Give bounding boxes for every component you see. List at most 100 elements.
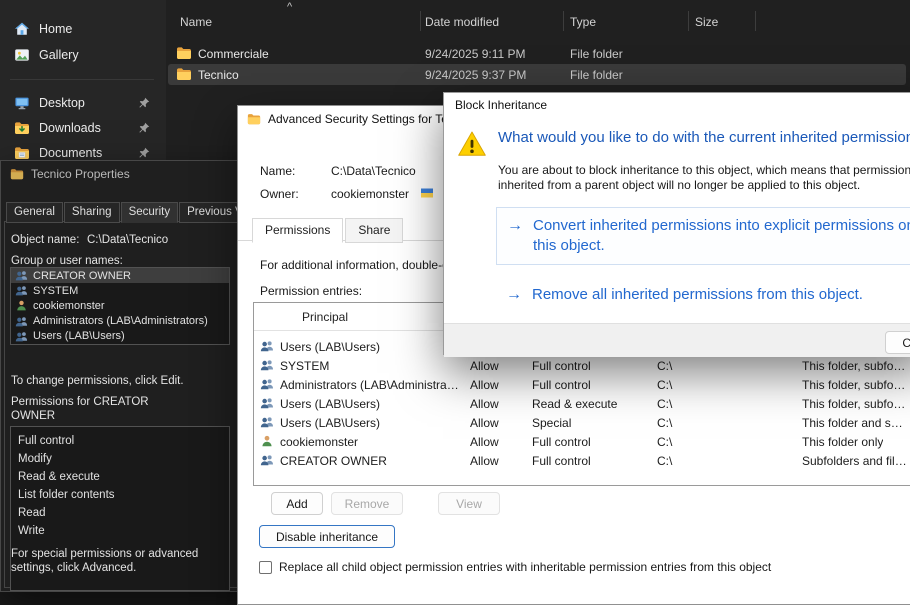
view-button[interactable]: View — [438, 492, 500, 515]
table-row[interactable]: cookiemonster Allow Full control C:\ Thi… — [254, 432, 910, 451]
file-name: Tecnico — [198, 68, 239, 82]
cancel-button[interactable]: Cancel — [885, 331, 910, 354]
column-header-date-modified[interactable]: Date modified — [425, 15, 499, 29]
cell-applies-to: This folder and subfolders — [802, 416, 908, 430]
group-icon — [15, 315, 28, 328]
sidebar-item-downloads[interactable]: Downloads — [4, 115, 162, 141]
cell-inherited-from: C:\ — [657, 435, 672, 449]
cell-type: Allow — [470, 397, 499, 411]
sidebar-item-home[interactable]: Home — [4, 16, 162, 42]
dialog-footer: Cancel — [444, 323, 910, 357]
pin-icon[interactable] — [138, 147, 150, 159]
column-resize-handle[interactable] — [420, 11, 421, 31]
file-row-tecnico[interactable]: Tecnico 9/24/2025 9:37 PM File folder — [168, 64, 906, 85]
file-type: File folder — [570, 47, 623, 61]
group-icon — [15, 330, 28, 343]
group-item-users[interactable]: Users (LAB\Users) — [11, 329, 229, 344]
permission-item-full-control[interactable]: Full control — [11, 432, 229, 450]
permission-item-write[interactable]: Write — [11, 522, 229, 540]
block-inheritance-titlebar: Block Inheritance — [444, 93, 910, 117]
cell-inherited-from: C:\ — [657, 397, 672, 411]
name-label: Name: — [260, 164, 295, 178]
group-icon — [260, 358, 274, 372]
cell-inherited-from: C:\ — [657, 359, 672, 373]
permission-entries-label: Permission entries: — [260, 284, 362, 298]
user-icon — [15, 299, 28, 312]
replace-permissions-checkbox[interactable] — [259, 561, 272, 574]
remove-permissions-command-link[interactable]: → Remove all inherited permissions from … — [496, 277, 910, 313]
file-row-commerciale[interactable]: Commerciale 9/24/2025 9:11 PM File folde… — [168, 43, 906, 64]
advanced-hint-text: For special permissions or advanced sett… — [11, 548, 236, 575]
permission-item-read-execute[interactable]: Read & execute — [11, 468, 229, 486]
group-icon — [15, 284, 28, 297]
group-item-creator-owner[interactable]: CREATOR OWNER — [11, 268, 229, 283]
sidebar-item-desktop[interactable]: Desktop — [4, 90, 162, 116]
column-header-name[interactable]: Name — [180, 15, 212, 29]
table-row[interactable]: CREATOR OWNER Allow Full control C:\ Sub… — [254, 451, 910, 470]
tab-permissions[interactable]: Permissions — [252, 218, 343, 243]
dialog-title: Block Inheritance — [455, 98, 547, 112]
cell-access: Full control — [532, 454, 591, 468]
body-text-line2: inherited from a parent object will no l… — [498, 178, 860, 192]
add-button[interactable]: Add — [271, 492, 323, 515]
tab-sharing[interactable]: Sharing — [64, 202, 120, 223]
tab-share[interactable]: Share — [345, 218, 403, 243]
table-row[interactable]: SYSTEM Allow Full control C:\ This folde… — [254, 356, 910, 375]
name-value: C:\Data\Tecnico — [331, 164, 416, 178]
group-icon — [260, 339, 274, 353]
table-row[interactable]: Users (LAB\Users) Allow Special C:\ This… — [254, 413, 910, 432]
object-name-value: C:\Data\Tecnico — [87, 234, 168, 246]
table-row[interactable]: Users (LAB\Users) Allow Read & execute C… — [254, 394, 910, 413]
cell-principal: SYSTEM — [280, 359, 329, 373]
permission-item-read[interactable]: Read — [11, 504, 229, 522]
group-item-cookiemonster[interactable]: cookiemonster — [11, 298, 229, 313]
pin-icon[interactable] — [138, 122, 150, 134]
cell-principal: Users (LAB\Users) — [280, 340, 380, 354]
column-resize-handle[interactable] — [755, 11, 756, 31]
column-header-size[interactable]: Size — [695, 15, 718, 29]
sidebar-item-gallery[interactable]: Gallery — [4, 42, 162, 68]
permission-item-list-folder-contents[interactable]: List folder contents — [11, 486, 229, 504]
column-resize-handle[interactable] — [688, 11, 689, 31]
owner-label: Owner: — [260, 187, 299, 201]
sidebar-item-label: Home — [39, 22, 72, 36]
cell-access: Full control — [532, 359, 591, 373]
cell-principal: CREATOR OWNER — [280, 454, 387, 468]
tab-security[interactable]: Security — [121, 202, 179, 223]
file-name: Commerciale — [198, 47, 269, 61]
cell-type: Allow — [470, 359, 499, 373]
sidebar-item-label: Gallery — [39, 48, 79, 62]
group-user-list: CREATOR OWNER SYSTEM cookiemonster Admin… — [10, 267, 230, 345]
command-link-label: Remove all inherited permissions from th… — [532, 285, 910, 305]
folder-icon — [247, 112, 261, 126]
group-icon — [260, 453, 274, 467]
permission-item-modify[interactable]: Modify — [11, 450, 229, 468]
gallery-icon — [14, 47, 30, 63]
convert-permissions-command-link[interactable]: → Convert inherited permissions into exp… — [496, 207, 910, 265]
cell-applies-to: This folder, subfolders and files — [802, 359, 908, 373]
owner-value: cookiemonster — [331, 187, 409, 201]
group-item-system[interactable]: SYSTEM — [11, 283, 229, 298]
main-instruction: What would you like to do with the curre… — [498, 129, 910, 146]
column-resize-handle[interactable] — [563, 11, 564, 31]
arrow-right-icon: → — [506, 285, 522, 305]
group-item-label: SYSTEM — [33, 285, 78, 297]
home-icon — [14, 21, 30, 37]
column-header-type[interactable]: Type — [570, 15, 596, 29]
group-list-label: Group or user names: — [11, 255, 123, 267]
edit-hint-text: To change permissions, click Edit. — [11, 375, 184, 387]
cell-applies-to: This folder, subfolders and files — [802, 378, 908, 392]
group-item-administrators[interactable]: Administrators (LAB\Administrators) — [11, 314, 229, 329]
file-date-modified: 9/24/2025 9:11 PM — [425, 47, 526, 61]
pin-icon[interactable] — [138, 97, 150, 109]
disable-inheritance-button[interactable]: Disable inheritance — [259, 525, 395, 548]
tab-general[interactable]: General — [6, 202, 63, 223]
header-principal[interactable]: Principal — [302, 310, 348, 324]
cell-inherited-from: C:\ — [657, 378, 672, 392]
table-row[interactable]: Administrators (LAB\Administrators) Allo… — [254, 375, 910, 394]
cell-type: Allow — [470, 454, 499, 468]
replace-permissions-label[interactable]: Replace all child object permission entr… — [279, 560, 771, 574]
advanced-tabs: Permissions Share — [252, 218, 405, 243]
remove-button[interactable]: Remove — [331, 492, 403, 515]
cell-type: Allow — [470, 416, 499, 430]
